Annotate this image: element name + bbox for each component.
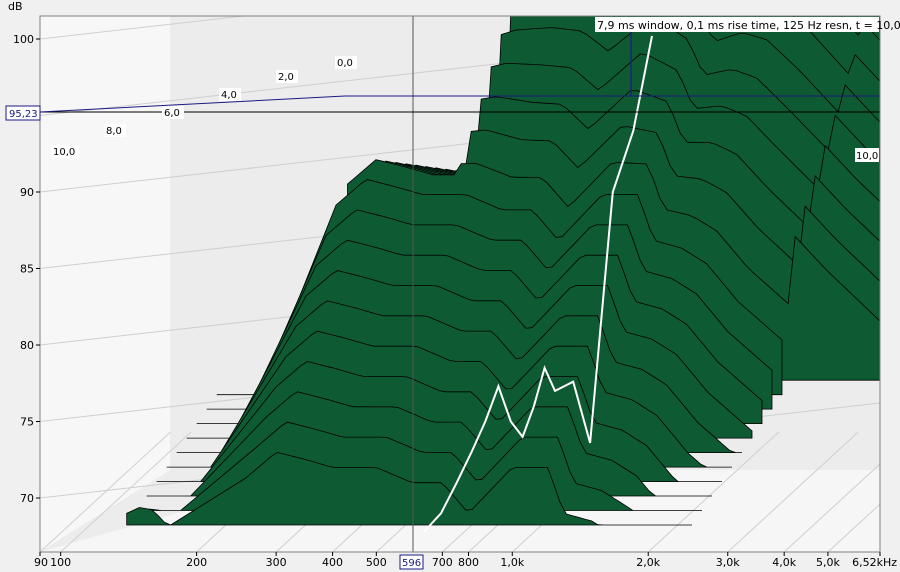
cursor-y-readout: 95,23 [9,109,38,120]
y-tick-label: 100 [13,33,34,46]
side-wall [40,16,170,552]
x-tick-label: 4,0k [772,556,796,569]
x-tick-label: 1,0k [500,556,524,569]
x-tick-label: 400 [322,556,343,569]
time-axis-end-label: 10,0 [856,151,878,162]
x-tick-label: 200 [186,556,207,569]
x-tick-label: 500 [366,556,387,569]
time-axis-label: 8,0 [106,126,122,137]
y-tick-label: 85 [20,263,34,276]
time-axis-label: 4,0 [221,90,237,101]
waterfall-chart-window: 100959085807570 901002003004005007008001… [0,0,900,572]
time-axis-label: 2,0 [278,72,294,83]
x-tick-label: 300 [266,556,287,569]
x-tick-label: 5,0k [816,556,840,569]
x-tick-label: 800 [458,556,479,569]
x-tick-label: 100 [50,556,71,569]
y-tick-label: 80 [20,339,34,352]
cursor-x-readout: 596 [402,558,421,569]
time-axis-label: 0,0 [337,58,353,69]
time-axis-label: 10,0 [53,147,75,158]
x-tick-label: 3,0k [716,556,740,569]
x-tick-label: 6,52kHz [852,556,897,569]
y-tick-label: 75 [20,416,34,429]
x-tick-label: 90 [34,556,48,569]
time-axis-label: 6,0 [164,108,180,119]
chart-title: 7,9 ms window, 0,1 ms rise time, 125 Hz … [597,19,900,32]
y-tick-label: 90 [20,186,34,199]
y-tick-label: 70 [20,492,34,505]
x-tick-label: 2,0k [636,556,660,569]
y-axis-title: dB [8,0,23,13]
x-tick-label: 700 [432,556,453,569]
waterfall-chart[interactable]: 100959085807570 901002003004005007008001… [0,0,900,572]
